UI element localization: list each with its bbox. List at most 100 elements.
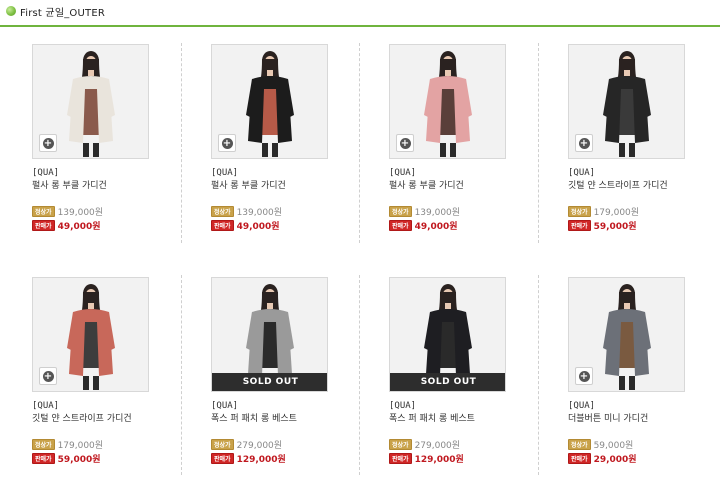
product-brand[interactable]: [QUA]	[211, 168, 238, 178]
regular-price-label: 정상가	[568, 438, 591, 450]
plus-icon: +	[578, 137, 590, 149]
product-brand[interactable]: [QUA]	[32, 168, 59, 178]
plus-icon: +	[399, 137, 411, 149]
plus-icon: +	[221, 137, 233, 149]
sale-price-label: 판매가	[568, 452, 591, 464]
sale-price: 49,000원	[57, 221, 101, 232]
sale-price-label: 판매가	[389, 219, 412, 231]
zoom-plus-button[interactable]: +	[575, 134, 593, 152]
product-brand[interactable]: [QUA]	[211, 401, 238, 411]
zoom-plus-button[interactable]: +	[39, 134, 57, 152]
sale-price-row: 판매가 49,000원	[389, 219, 458, 232]
product-brand[interactable]: [QUA]	[389, 401, 416, 411]
product-image[interactable]: +	[211, 44, 328, 159]
regular-price: 179,000원	[57, 440, 104, 451]
column-divider	[181, 43, 182, 243]
column-divider	[359, 43, 360, 243]
product-name[interactable]: 펄사 롱 부클 가디건	[389, 178, 464, 191]
regular-price: 139,000원	[414, 207, 461, 218]
product-name[interactable]: 펄사 롱 부클 가디건	[32, 178, 107, 191]
regular-price-row: 정상가 279,000원	[211, 438, 283, 451]
sale-price-label: 판매가	[32, 219, 55, 231]
product-image[interactable]: +	[568, 44, 685, 159]
sale-price: 49,000원	[414, 221, 458, 232]
sale-price-row: 판매가 59,000원	[32, 452, 101, 465]
product-name[interactable]: 폭스 퍼 패치 롱 베스트	[389, 411, 475, 424]
product-card[interactable]: + [QUA] 펄사 롱 부클 가디건정상가 139,000원 판매가 49,000원	[32, 44, 172, 234]
regular-price: 279,000원	[236, 440, 283, 451]
regular-price-row: 정상가 139,000원	[32, 205, 104, 218]
product-name[interactable]: 펄사 롱 부클 가디건	[211, 178, 286, 191]
green-bullet-icon	[6, 6, 16, 16]
product-card[interactable]: + [QUA] 펄사 롱 부클 가디건정상가 139,000원 판매가 49,000원	[211, 44, 351, 234]
sale-price-label: 판매가	[211, 219, 234, 231]
regular-price-row: 정상가 139,000원	[389, 205, 461, 218]
regular-price: 139,000원	[236, 207, 283, 218]
regular-price-label: 정상가	[389, 205, 412, 217]
product-card[interactable]: + [QUA] 펄사 롱 부클 가디건정상가 139,000원 판매가 49,000원	[389, 44, 529, 234]
sale-price: 29,000원	[593, 454, 637, 465]
product-brand[interactable]: [QUA]	[568, 401, 595, 411]
regular-price-label: 정상가	[211, 205, 234, 217]
regular-price-label: 정상가	[211, 438, 234, 450]
sale-price-label: 판매가	[211, 452, 234, 464]
product-brand[interactable]: [QUA]	[568, 168, 595, 178]
regular-price-row: 정상가 179,000원	[32, 438, 104, 451]
sale-price: 59,000원	[57, 454, 101, 465]
product-card[interactable]: SOLD OUT [QUA] 폭스 퍼 패치 롱 베스트정상가 279,000원 판매가…	[389, 277, 529, 467]
product-image[interactable]: +	[568, 277, 685, 392]
regular-price-label: 정상가	[389, 438, 412, 450]
sale-price-label: 판매가	[568, 219, 591, 231]
regular-price-row: 정상가 179,000원	[568, 205, 640, 218]
product-card[interactable]: SOLD OUT [QUA] 폭스 퍼 패치 롱 베스트정상가 279,000원 판매가…	[211, 277, 351, 467]
product-brand[interactable]: [QUA]	[32, 401, 59, 411]
regular-price-label: 정상가	[32, 205, 55, 217]
product-card[interactable]: + [QUA] 깃털 얀 스트라이프 가디건정상가 179,000원 판매가 59,000…	[32, 277, 172, 467]
sale-price-label: 판매가	[32, 452, 55, 464]
column-divider	[181, 275, 182, 475]
regular-price-row: 정상가 279,000원	[389, 438, 461, 451]
product-name[interactable]: 깃털 얀 스트라이프 가디건	[32, 411, 132, 424]
column-divider	[538, 275, 539, 475]
product-name[interactable]: 더블버튼 미니 가디건	[568, 411, 648, 424]
regular-price-row: 정상가 139,000원	[211, 205, 283, 218]
product-name[interactable]: 깃털 얀 스트라이프 가디건	[568, 178, 668, 191]
regular-price: 139,000원	[57, 207, 104, 218]
sale-price: 129,000원	[414, 454, 464, 465]
regular-price-label: 정상가	[568, 205, 591, 217]
product-image[interactable]: SOLD OUT	[389, 277, 506, 392]
zoom-plus-button[interactable]: +	[39, 367, 57, 385]
sale-price-row: 판매가 29,000원	[568, 452, 637, 465]
product-brand[interactable]: [QUA]	[389, 168, 416, 178]
regular-price-label: 정상가	[32, 438, 55, 450]
sale-price-row: 판매가 59,000원	[568, 219, 637, 232]
sale-price-row: 판매가 49,000원	[211, 219, 280, 232]
plus-icon: +	[42, 137, 54, 149]
zoom-plus-button[interactable]: +	[218, 134, 236, 152]
sold-out-badge: SOLD OUT	[390, 373, 505, 391]
sale-price: 59,000원	[593, 221, 637, 232]
section-header: First 균일_OUTER	[0, 0, 720, 27]
sold-out-badge: SOLD OUT	[212, 373, 327, 391]
product-image[interactable]: +	[32, 44, 149, 159]
plus-icon: +	[42, 370, 54, 382]
section-title: First 균일_OUTER	[20, 8, 105, 19]
product-card[interactable]: + [QUA] 더블버튼 미니 가디건정상가 59,000원 판매가 29,000원	[568, 277, 708, 467]
sale-price-label: 판매가	[389, 452, 412, 464]
zoom-plus-button[interactable]: +	[396, 134, 414, 152]
sale-price: 129,000원	[236, 454, 286, 465]
regular-price: 279,000원	[414, 440, 461, 451]
zoom-plus-button[interactable]: +	[575, 367, 593, 385]
sale-price-row: 판매가 129,000원	[211, 452, 286, 465]
sale-price: 49,000원	[236, 221, 280, 232]
product-card[interactable]: + [QUA] 깃털 얀 스트라이프 가디건정상가 179,000원 판매가 59,000…	[568, 44, 708, 234]
regular-price: 59,000원	[593, 440, 634, 451]
product-name[interactable]: 폭스 퍼 패치 롱 베스트	[211, 411, 297, 424]
column-divider	[359, 275, 360, 475]
product-image[interactable]: +	[389, 44, 506, 159]
column-divider	[538, 43, 539, 243]
product-image[interactable]: SOLD OUT	[211, 277, 328, 392]
product-image[interactable]: +	[32, 277, 149, 392]
regular-price: 179,000원	[593, 207, 640, 218]
sale-price-row: 판매가 129,000원	[389, 452, 464, 465]
